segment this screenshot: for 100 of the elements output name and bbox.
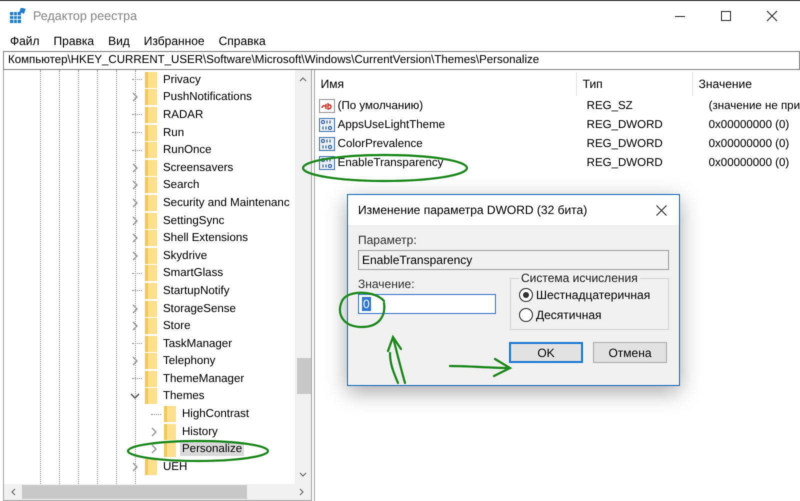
tree-item[interactable]: Store bbox=[161, 319, 192, 334]
folder-icon bbox=[145, 230, 157, 246]
column-header[interactable]: Значение bbox=[692, 72, 800, 96]
tree-item[interactable]: PushNotifications bbox=[161, 90, 254, 104]
column-header[interactable]: Имя bbox=[314, 72, 577, 96]
tree-item[interactable]: Shell Extensions bbox=[161, 231, 250, 246]
group-title: Система исчисления bbox=[520, 271, 639, 285]
tree-item[interactable]: Telephony bbox=[161, 354, 218, 368]
chevron-right-icon[interactable] bbox=[132, 356, 138, 366]
folder-icon bbox=[145, 142, 157, 158]
window-title: Редактор реестра bbox=[33, 9, 138, 23]
chevron-right-icon[interactable] bbox=[132, 216, 138, 226]
tree-item[interactable]: Search bbox=[161, 178, 202, 192]
value-type: REG_DWORD bbox=[586, 118, 664, 130]
scroll-down-icon[interactable] bbox=[298, 472, 307, 478]
scroll-right-icon[interactable] bbox=[298, 488, 305, 496]
scrollbar-thumb[interactable] bbox=[296, 358, 311, 394]
radio-option[interactable]: Десятичная bbox=[519, 305, 662, 325]
folder-icon bbox=[145, 282, 157, 299]
value-type: REG_DWORD bbox=[586, 138, 664, 150]
tree-item[interactable]: SettingSync bbox=[161, 214, 226, 228]
folder-icon bbox=[145, 388, 157, 404]
chevron-down-icon[interactable] bbox=[130, 392, 140, 400]
chevron-right-icon[interactable] bbox=[150, 426, 158, 437]
registry-icon bbox=[10, 8, 26, 24]
tree-item[interactable]: Run bbox=[161, 126, 186, 140]
tree-item[interactable]: SmartGlass bbox=[161, 266, 226, 280]
value-name[interactable]: AppsUseLightTheme bbox=[338, 118, 446, 130]
tree-item[interactable]: TaskManager bbox=[161, 336, 234, 351]
folder-icon bbox=[145, 370, 157, 387]
arrow-drawing bbox=[386, 336, 406, 384]
folder-icon bbox=[145, 194, 157, 211]
tree-item[interactable]: ThemeManager bbox=[161, 372, 246, 386]
menu-item[interactable]: Вид bbox=[108, 34, 130, 48]
maximize-icon[interactable] bbox=[720, 10, 732, 22]
chevron-right-icon[interactable] bbox=[132, 233, 138, 244]
horizontal-scrollbar[interactable] bbox=[4, 484, 311, 500]
folder-icon bbox=[145, 300, 157, 317]
chevron-right-icon[interactable] bbox=[132, 250, 138, 261]
folder-icon bbox=[145, 106, 157, 123]
chevron-right-icon[interactable] bbox=[132, 321, 138, 332]
tree-item[interactable]: Personalize bbox=[180, 442, 244, 456]
chevron-right-icon[interactable] bbox=[132, 162, 138, 173]
ok-button[interactable]: OK bbox=[509, 342, 583, 363]
folder-icon bbox=[145, 353, 157, 370]
parameter-field: EnableTransparency bbox=[358, 250, 669, 270]
value-data: (значение не при bbox=[708, 100, 800, 112]
value-data: 0x00000000 (0) bbox=[708, 118, 790, 130]
folder-icon bbox=[145, 177, 157, 194]
vertical-scrollbar[interactable] bbox=[294, 70, 311, 484]
close-icon[interactable] bbox=[656, 204, 667, 216]
scroll-left-icon[interactable] bbox=[10, 488, 16, 496]
dialog-title: Изменение параметра DWORD (32 бита) bbox=[358, 203, 588, 217]
column-header[interactable]: Тип bbox=[576, 72, 693, 96]
value-label: Значение: bbox=[358, 277, 416, 291]
tree-item[interactable]: Security and Maintenanc bbox=[161, 196, 292, 210]
radio-option[interactable]: Шестнадцатеричная bbox=[519, 285, 662, 305]
tree-item[interactable]: Privacy bbox=[161, 72, 203, 87]
folder-icon bbox=[145, 160, 157, 176]
tree-item[interactable]: History bbox=[180, 424, 220, 439]
value-type: REG_SZ bbox=[586, 100, 634, 112]
chevron-right-icon[interactable] bbox=[132, 462, 138, 472]
tree-item[interactable]: Skydrive bbox=[161, 248, 210, 263]
chevron-right-icon[interactable] bbox=[132, 304, 138, 314]
binary-value-icon bbox=[318, 116, 335, 132]
close-icon[interactable] bbox=[766, 10, 778, 22]
tree-item[interactable]: RADAR bbox=[161, 108, 206, 122]
tree-item[interactable]: UEH bbox=[161, 460, 190, 474]
tree-item[interactable]: HighContrast bbox=[180, 407, 252, 422]
menu-item[interactable]: Избранное bbox=[144, 34, 205, 48]
value-name[interactable]: (По умолчанию) bbox=[338, 100, 424, 112]
folder-icon bbox=[145, 72, 157, 88]
tree-item[interactable]: StartupNotify bbox=[161, 284, 232, 298]
folder-icon bbox=[164, 406, 176, 422]
value-name[interactable]: ColorPrevalence bbox=[338, 138, 423, 150]
folder-icon bbox=[145, 265, 157, 282]
tree-item[interactable]: Screensavers bbox=[161, 160, 236, 175]
menu-item[interactable]: Правка bbox=[54, 34, 94, 48]
folder-icon bbox=[145, 124, 157, 141]
value-type: REG_DWORD bbox=[586, 156, 664, 168]
tree-item[interactable]: StorageSense bbox=[161, 302, 238, 316]
address-bar[interactable]: Компьютер\HKEY_CURRENT_USER\Software\Microsoft\Windows\CurrentVersion\Themes\Personalize bbox=[3, 51, 800, 70]
chevron-right-icon[interactable] bbox=[132, 180, 138, 190]
value-data: 0x00000000 (0) bbox=[708, 138, 790, 150]
value-field[interactable]: 0 bbox=[358, 294, 496, 314]
chevron-right-icon[interactable] bbox=[132, 92, 138, 102]
binary-value-icon bbox=[318, 136, 335, 152]
folder-icon bbox=[145, 212, 157, 229]
tree-item[interactable]: RunOnce bbox=[161, 143, 214, 158]
menu-item[interactable]: Файл bbox=[10, 34, 40, 48]
parameter-label: Параметр: bbox=[358, 233, 418, 247]
chevron-right-icon[interactable] bbox=[150, 444, 158, 454]
scroll-up-icon[interactable] bbox=[298, 76, 307, 82]
value-name[interactable]: EnableTransparency bbox=[338, 156, 444, 168]
tree-item[interactable]: Themes bbox=[161, 389, 207, 404]
value-data: 0x00000000 (0) bbox=[708, 156, 790, 168]
cancel-button[interactable]: Отмена bbox=[593, 342, 667, 363]
chevron-right-icon[interactable] bbox=[132, 198, 138, 208]
menu-item[interactable]: Справка bbox=[218, 34, 266, 48]
folder-icon bbox=[145, 318, 157, 334]
